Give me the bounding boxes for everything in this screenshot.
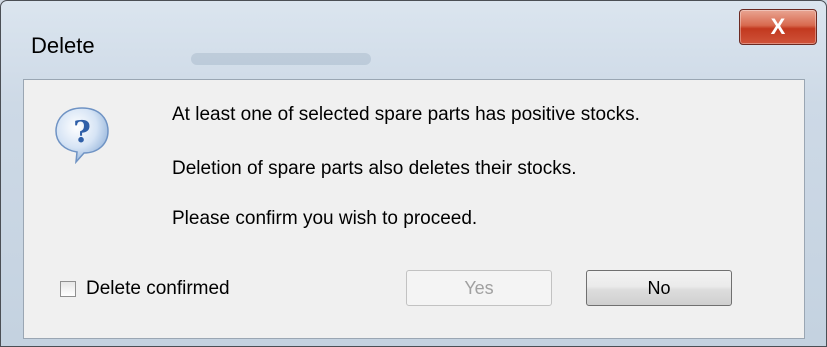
message-line-1: At least one of selected spare parts has… xyxy=(172,104,640,125)
window-title: Delete xyxy=(31,33,95,58)
svg-text:?: ? xyxy=(73,115,91,150)
yes-button-label: Yes xyxy=(464,277,494,298)
delete-confirmed-checkbox[interactable] xyxy=(60,281,76,297)
delete-confirmed-label[interactable]: Delete confirmed xyxy=(86,278,230,300)
dialog-content: ? At least one of selected spare parts h… xyxy=(23,79,805,339)
yes-button[interactable]: Yes xyxy=(406,270,552,306)
no-button-label: No xyxy=(647,277,671,298)
message-line-3: Please confirm you wish to proceed. xyxy=(172,208,478,229)
no-button[interactable]: No xyxy=(586,270,732,306)
question-icon: ? xyxy=(55,107,109,164)
dialog-window: Delete X ? At least one of selected spar… xyxy=(0,0,827,347)
delete-confirmed-checkbox-row[interactable]: Delete confirmed xyxy=(60,278,230,300)
background-blur xyxy=(191,53,371,65)
message-line-2: Deletion of spare parts also deletes the… xyxy=(172,158,577,179)
close-icon: X xyxy=(770,14,786,39)
close-button[interactable]: X xyxy=(739,9,817,45)
